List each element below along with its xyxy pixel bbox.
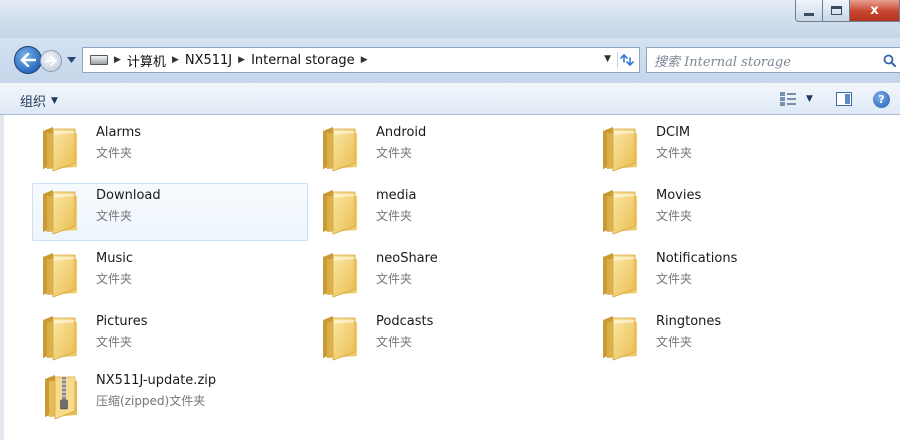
folder-icon [317,125,365,173]
item-type: 文件夹 [376,209,413,223]
item-name: Alarms [96,125,142,140]
breadcrumb-device[interactable]: NX511J [185,53,232,68]
breadcrumb-computer[interactable]: 计算机 [127,51,166,70]
help-icon: ? [878,93,885,106]
drive-icon [90,55,108,65]
navigation-bar: ▶ 计算机 ▶ NX511J ▶ Internal storage ▶ ▼ 搜索… [0,38,900,82]
folder-icon [37,188,85,236]
item-type: 文件夹 [376,146,413,160]
item-type: 文件夹 [656,146,693,160]
list-item-movies[interactable]: Movies 文件夹 [592,183,868,241]
item-name: Download [96,188,161,203]
item-name: Ringtones [656,314,722,329]
list-item-ringtones[interactable]: Ringtones 文件夹 [592,309,868,367]
item-type: 压缩(zipped)文件夹 [96,394,206,408]
item-name: neoShare [376,251,438,266]
minimize-button[interactable] [795,0,823,22]
item-type: 文件夹 [376,272,413,286]
organize-label: 组织 [20,95,47,110]
forward-button[interactable] [40,50,62,72]
refresh-button[interactable] [617,52,635,68]
help-button[interactable]: ? [873,91,890,108]
folder-icon [597,314,645,362]
folder-icon [37,251,85,299]
search-input[interactable]: 搜索 Internal storage [646,47,900,73]
item-type: 文件夹 [656,272,693,286]
list-item-podcasts[interactable]: Podcasts 文件夹 [312,309,588,367]
explorer-window: x ▶ 计算机 ▶ NX511J ▶ Internal storage ▶ ▼ … [0,0,900,440]
breadcrumb-separator-icon[interactable]: ▶ [238,55,245,65]
back-arrow-icon [20,53,36,67]
navigation-pane-edge [0,115,4,440]
item-name: Movies [656,188,702,203]
item-name: Pictures [96,314,148,329]
close-icon: x [870,3,879,18]
address-history-dropdown-icon[interactable]: ▼ [604,54,611,64]
breadcrumb-separator-icon[interactable]: ▶ [114,55,121,65]
folder-icon [317,251,365,299]
list-item-alarms[interactable]: Alarms 文件夹 [32,120,308,178]
list-item-nx511j-update-zip[interactable]: NX511J-update.zip 压缩(zipped)文件夹 [32,368,308,426]
maximize-button[interactable] [823,0,850,22]
search-placeholder: 搜索 Internal storage [654,54,791,70]
address-bar[interactable]: ▶ 计算机 ▶ NX511J ▶ Internal storage ▶ ▼ [82,47,640,73]
refresh-icon [619,54,634,66]
change-view-button[interactable]: ▼ [780,92,813,106]
list-item-dcim[interactable]: DCIM 文件夹 [592,120,868,178]
maximize-icon [830,6,842,15]
item-type: 文件夹 [656,209,693,223]
item-name: Music [96,251,133,266]
folder-icon [37,314,85,362]
list-item-download[interactable]: Download 文件夹 [32,183,308,241]
zip-folder-icon [37,373,85,421]
command-bar: 组织 ▼ ▼ ? [0,82,900,115]
file-list[interactable]: Alarms 文件夹 Android 文件夹 DCIM 文件夹 Download… [0,115,900,440]
list-item-media[interactable]: media 文件夹 [312,183,588,241]
item-type: 文件夹 [96,272,133,286]
close-button[interactable]: x [850,0,900,22]
chevron-down-icon: ▼ [51,95,58,106]
item-name: Notifications [656,251,738,266]
item-name: Podcasts [376,314,434,329]
breadcrumb-separator-icon[interactable]: ▶ [172,55,179,65]
list-item-pictures[interactable]: Pictures 文件夹 [32,309,308,367]
breadcrumb-separator-icon[interactable]: ▶ [361,55,368,65]
list-item-notifications[interactable]: Notifications 文件夹 [592,246,868,304]
preview-pane-button[interactable] [836,92,852,106]
search-icon[interactable] [878,54,900,67]
folder-icon [317,188,365,236]
item-type: 文件夹 [376,335,413,349]
back-button[interactable] [14,46,42,74]
item-name: Android [376,125,427,140]
folder-icon [37,125,85,173]
chevron-down-icon [66,57,76,63]
item-type: 文件夹 [656,335,693,349]
item-type: 文件夹 [96,209,133,223]
title-bar[interactable]: x [0,0,900,38]
item-name: DCIM [656,125,691,140]
organize-button[interactable]: 组织 ▼ [20,91,58,110]
list-item-neoshare[interactable]: neoShare 文件夹 [312,246,588,304]
item-name: NX511J-update.zip [96,373,217,388]
forward-arrow-icon [45,56,57,66]
minimize-icon [804,12,814,16]
view-options-icon [780,92,796,106]
item-type: 文件夹 [96,335,133,349]
chevron-down-icon: ▼ [806,94,813,104]
item-name: media [376,188,417,203]
recent-pages-button[interactable] [65,54,77,66]
item-type: 文件夹 [96,146,133,160]
breadcrumb-internal-storage[interactable]: Internal storage [251,53,355,68]
list-item-music[interactable]: Music 文件夹 [32,246,308,304]
folder-icon [317,314,365,362]
list-item-android[interactable]: Android 文件夹 [312,120,588,178]
folder-icon [597,251,645,299]
folder-icon [597,188,645,236]
folder-icon [597,125,645,173]
